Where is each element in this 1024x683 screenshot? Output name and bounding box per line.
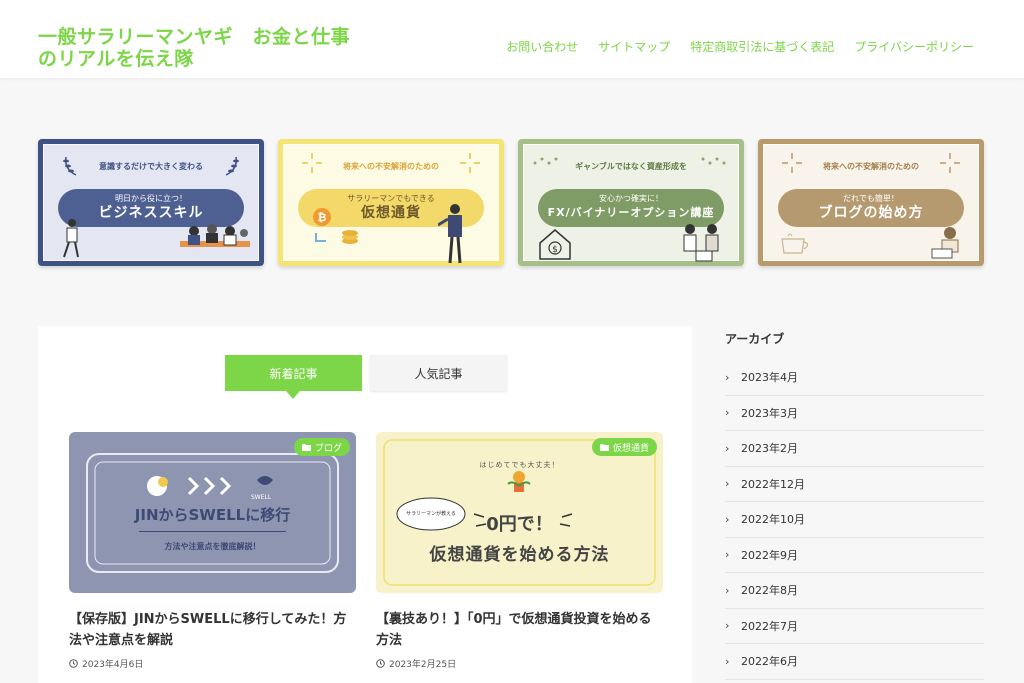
banner-business-skill[interactable]: 意識するだけで大きく変わる 明日から役に立つ！ ビジネススキル <box>38 139 264 266</box>
post-tabs: 新着記事 人気記事 <box>225 355 507 399</box>
banner-inner: ギャンブルではなく資産形成を 安心かつ確実に！ FX/バイナリーオプション講座 … <box>523 144 739 262</box>
banner-subtitle: だれでも簡単！ <box>843 194 899 203</box>
archive-label: 2022年6月 <box>741 655 798 669</box>
thumbnail-title: JINからSWELLに移行 <box>134 506 291 524</box>
archive-item[interactable]: › 2023年4月 <box>725 360 984 396</box>
archive-item[interactable]: › 2022年10月 <box>725 502 984 538</box>
nav-contact[interactable]: お問い合わせ <box>506 38 578 55</box>
thumbnail-subtitle: 仮想通貨を始める方法 <box>429 545 610 565</box>
banner-inner: 意識するだけで大きく変わる 明日から役に立つ！ ビジネススキル <box>43 144 259 261</box>
chevron-right-icon: › <box>725 406 730 420</box>
site-title-line2[interactable]: のリアルを伝え隊 <box>38 48 398 70</box>
banner-inner: 将来への不安解消のための サラリーマンでもできる 仮想通貨 ₿ <box>283 144 499 264</box>
banner-tagline: 将来への不安解消のための <box>343 162 439 171</box>
thumbnail-title: 0円で！ <box>486 514 553 535</box>
chevron-right-icon: › <box>725 370 730 384</box>
archive-item[interactable]: › 2022年8月 <box>725 573 984 609</box>
archive-label: 2022年12月 <box>741 477 805 491</box>
banner-crypto[interactable]: 将来への不安解消のための サラリーマンでもできる 仮想通貨 ₿ <box>278 139 504 266</box>
banner-subtitle: 安心かつ確実に！ <box>599 194 663 203</box>
category-label: 仮想通貨 <box>612 443 649 454</box>
chevron-right-icon: › <box>725 548 730 562</box>
nav-tokushoho[interactable]: 特定商取引法に基づく表記 <box>690 38 834 55</box>
chevron-right-icon: › <box>725 619 730 633</box>
archive-item[interactable]: › 2022年12月 <box>725 467 984 502</box>
thumbnail-subtitle: 方法や注意点を徹底解説！ <box>164 542 261 551</box>
global-nav: お問い合わせ サイトマップ 特定商取引法に基づく表記 プライバシーポリシー <box>506 38 974 55</box>
bitcoin-coins-illustration: ₿ <box>313 208 358 244</box>
main-content: 新着記事 人気記事 SWELL JINからSWELLに移行 方法や注意点を徹底解… <box>38 326 692 683</box>
chevron-right-icon: › <box>725 512 730 526</box>
post-card[interactable]: SWELL JINからSWELLに移行 方法や注意点を徹底解説！ ブログ 【保存… <box>69 432 356 670</box>
swell-logo-text: SWELL <box>251 494 272 501</box>
chevron-right-icon: › <box>725 583 730 597</box>
banner-blog-start[interactable]: 将来への不安解消のための だれでも簡単！ ブログの始め方 <box>758 139 984 266</box>
post-thumbnail[interactable]: SWELL JINからSWELLに移行 方法や注意点を徹底解説！ ブログ <box>69 432 356 593</box>
archive-label: 2022年10月 <box>741 513 805 527</box>
widget-title: アーカイブ <box>725 332 785 346</box>
clock-icon <box>376 659 385 668</box>
site-title[interactable]: 一般サラリーマンヤギ お金と仕事 のリアルを伝え隊 <box>38 26 398 70</box>
banner-fx-binary[interactable]: ギャンブルではなく資産形成を 安心かつ確実に！ FX/バイナリーオプション講座 … <box>518 139 744 266</box>
post-date-text: 2023年4月6日 <box>82 660 144 670</box>
chevron-right-icon: › <box>725 477 730 491</box>
people-illustration <box>683 224 719 262</box>
svg-text:₿: ₿ <box>318 211 327 224</box>
archive-item[interactable]: › 2023年3月 <box>725 396 984 431</box>
banner-inner: 将来への不安解消のための だれでも簡単！ ブログの始め方 <box>763 144 979 261</box>
post-title[interactable]: 【保存版】JINからSWELLに移行してみた！方法や注意点を解説 <box>69 609 356 651</box>
archive-item[interactable]: › 2022年6月 <box>725 644 984 680</box>
banner-tagline: ギャンブルではなく資産形成を <box>575 162 687 171</box>
coffee-cup-icon <box>781 233 809 254</box>
folder-icon <box>599 444 609 451</box>
tab-new-posts[interactable]: 新着記事 <box>225 355 362 399</box>
svg-text:$: $ <box>552 245 558 255</box>
banner-tagline: 将来への不安解消のための <box>823 162 919 171</box>
sidebar-archive-widget: アーカイブ › 2023年4月 › 2023年3月 › 2023年2月 › 2022年1… <box>725 330 984 680</box>
person-laptop-illustration <box>931 227 959 259</box>
post-date: 2023年4月6日 <box>69 657 356 670</box>
banner-title: FX/バイナリーオプション講座 <box>547 206 715 219</box>
banner-tagline: 意識するだけで大きく変わる <box>99 162 203 171</box>
category-badge[interactable]: 仮想通貨 <box>591 438 657 456</box>
archive-label: 2023年2月 <box>741 442 798 456</box>
post-thumbnail[interactable]: はじめてでも大丈夫！ サラリーマンが教える 0円で！ 仮想通貨を始める方法 仮想… <box>376 432 663 593</box>
category-label: ブログ <box>314 443 342 454</box>
chevron-right-icon: › <box>725 654 730 668</box>
clock-icon <box>69 659 78 668</box>
house-money-icon: $ <box>539 229 571 260</box>
businessman-illustration <box>438 204 462 264</box>
thumbnail-arc-text: はじめてでも大丈夫！ <box>479 461 560 469</box>
post-title[interactable]: 【裏技あり！】「0円」で仮想通貨投資を始める方法 <box>376 609 663 651</box>
category-badge[interactable]: ブログ <box>293 438 350 456</box>
archive-label: 2023年3月 <box>741 406 798 420</box>
archive-label: 2022年7月 <box>741 619 798 633</box>
tab-popular-posts[interactable]: 人気記事 <box>370 355 507 391</box>
post-date: 2023年2月25日 <box>376 657 663 670</box>
nav-privacy-policy[interactable]: プライバシーポリシー <box>854 38 974 55</box>
banner-pill: だれでも簡単！ ブログの始め方 <box>778 189 964 227</box>
post-card[interactable]: はじめてでも大丈夫！ サラリーマンが教える 0円で！ 仮想通貨を始める方法 仮想… <box>376 432 663 670</box>
pickup-banners: 意識するだけで大きく変わる 明日から役に立つ！ ビジネススキル 将来への不安解消… <box>38 139 984 266</box>
businessman-illustration <box>63 219 79 258</box>
banner-subtitle: 明日から役に立つ！ <box>115 194 187 203</box>
folder-icon <box>301 444 311 451</box>
site-header: 一般サラリーマンヤギ お金と仕事 のリアルを伝え隊 お問い合わせ サイトマップ … <box>0 0 1024 78</box>
chevron-right-icon: › <box>725 441 730 455</box>
site-title-line1[interactable]: 一般サラリーマンヤギ お金と仕事 <box>38 26 398 48</box>
archive-item[interactable]: › 2022年9月 <box>725 538 984 573</box>
archive-label: 2022年8月 <box>741 584 798 598</box>
archive-item[interactable]: › 2022年7月 <box>725 609 984 644</box>
post-date-text: 2023年2月25日 <box>389 660 457 670</box>
meeting-illustration <box>180 224 250 247</box>
banner-title: ブログの始め方 <box>818 205 924 221</box>
nav-sitemap[interactable]: サイトマップ <box>598 38 670 55</box>
archive-item[interactable]: › 2023年2月 <box>725 431 984 467</box>
archive-label: 2022年9月 <box>741 548 798 562</box>
thumbnail-divider <box>139 531 286 532</box>
archive-label: 2023年4月 <box>741 371 798 385</box>
